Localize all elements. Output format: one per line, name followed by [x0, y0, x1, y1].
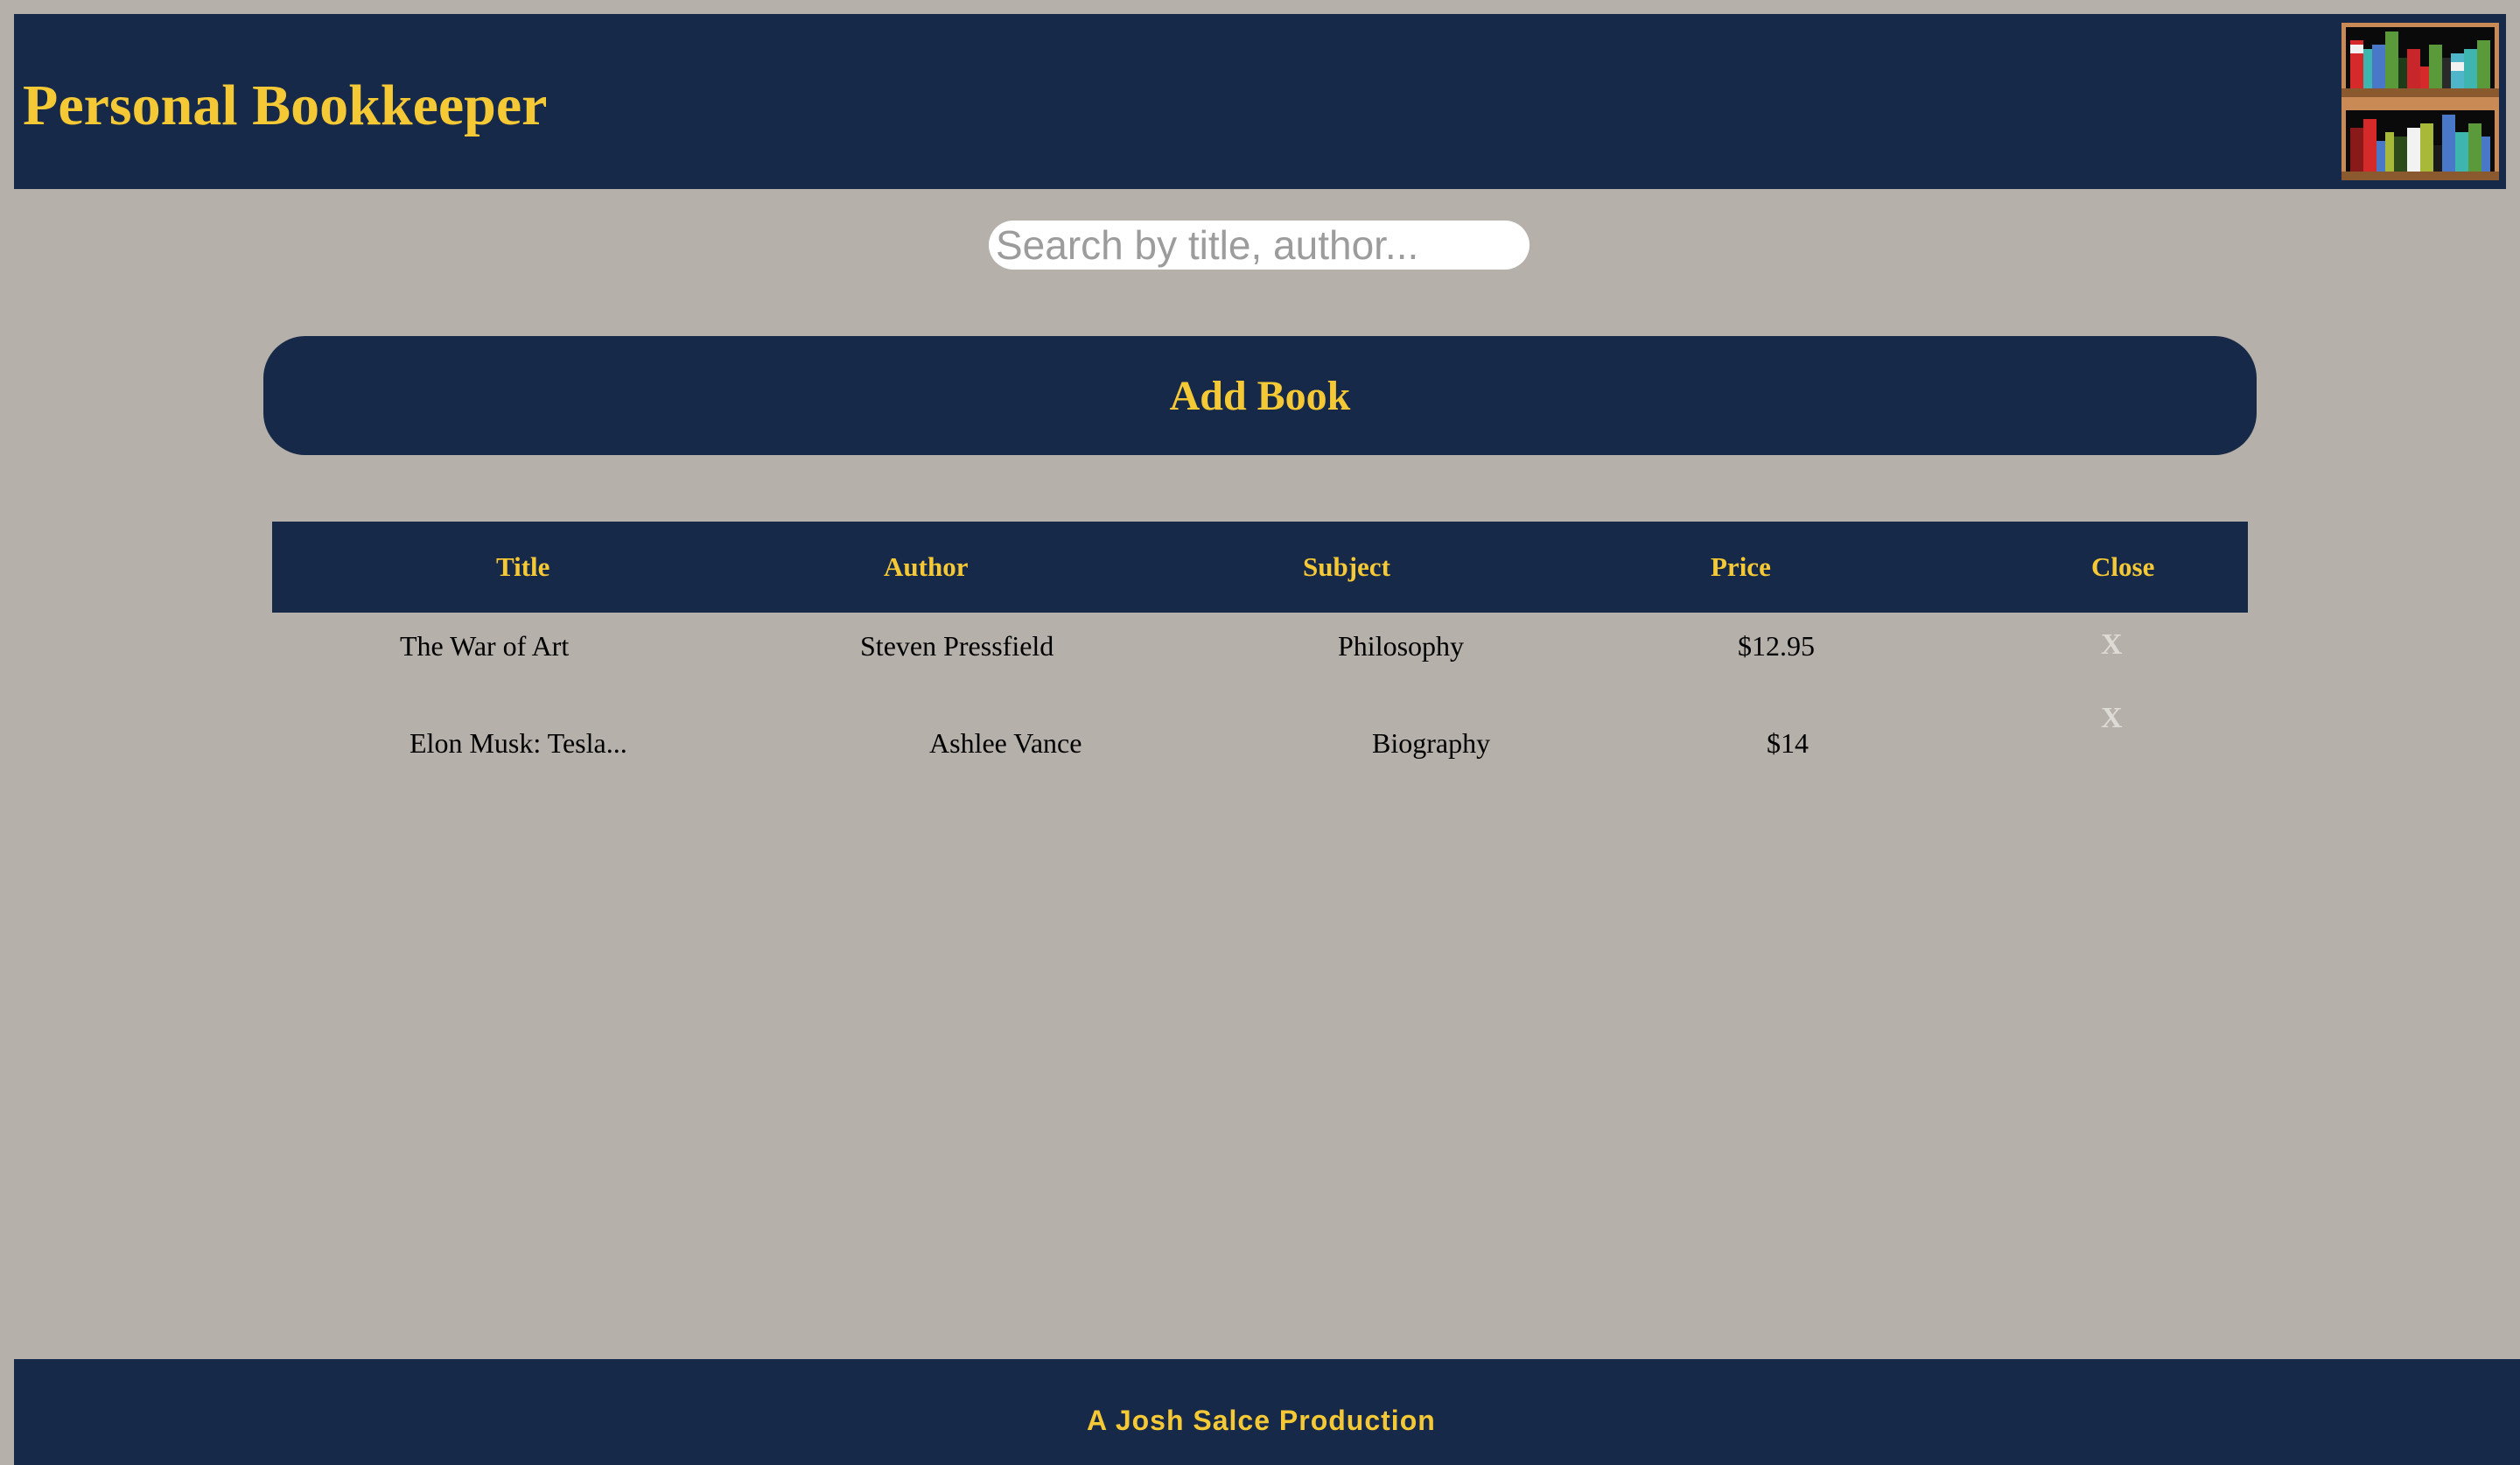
- footer-bar: A Josh Salce Production: [14, 1359, 2520, 1465]
- column-header-author: Author: [884, 551, 969, 582]
- book-subject: Biography: [1372, 727, 1491, 759]
- book-author: Steven Pressfield: [860, 630, 1054, 662]
- add-book-label: Add Book: [1169, 372, 1351, 419]
- column-header-price: Price: [1711, 551, 1771, 582]
- bookshelf-icon: [2342, 23, 2499, 180]
- remove-book-button[interactable]: X: [2101, 628, 2123, 662]
- book-price: $14: [1767, 727, 1809, 759]
- search-input[interactable]: [989, 221, 1530, 270]
- page: Personal Bookkeeper Search by title, aut…: [0, 0, 2520, 1465]
- footer-credit: A Josh Salce Production: [1087, 1405, 1436, 1436]
- book-title: The War of Art: [400, 630, 570, 662]
- book-price: $12.95: [1738, 630, 1815, 662]
- book-title: Elon Musk: Tesla...: [410, 727, 627, 759]
- book-author: Ashlee Vance: [929, 727, 1082, 759]
- header-bar: Personal Bookkeeper: [14, 14, 2506, 189]
- column-header-title: Title: [496, 551, 550, 582]
- table-header: Title Author Subject Price Close: [272, 522, 2248, 613]
- book-subject: Philosophy: [1338, 630, 1465, 662]
- column-header-close: Close: [2091, 551, 2155, 582]
- search-container: [989, 221, 1530, 270]
- app-title: Personal Bookkeeper: [23, 74, 548, 137]
- add-book-button[interactable]: Add Book: [263, 336, 2257, 455]
- column-header-subject: Subject: [1303, 551, 1390, 582]
- remove-book-button[interactable]: X: [2101, 702, 2123, 735]
